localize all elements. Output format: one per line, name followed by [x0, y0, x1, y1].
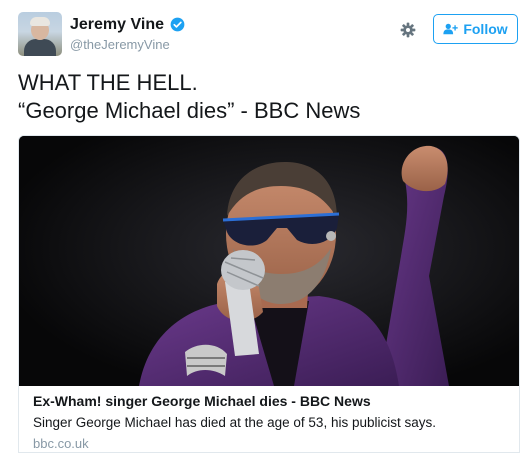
gear-icon[interactable]: [400, 22, 416, 38]
tweet-text-line: WHAT THE HELL.: [18, 70, 198, 95]
follow-label: Follow: [463, 21, 508, 37]
card-photo: [19, 136, 519, 386]
card-domain[interactable]: bbc.co.uk: [33, 436, 89, 451]
tweet-text: WHAT THE HELL. “George Michael dies” - B…: [18, 69, 518, 125]
link-card[interactable]: Ex-Wham! singer George Michael dies - BB…: [18, 135, 520, 453]
tweet-header: Jeremy Vine @theJeremyVine Follow: [18, 12, 518, 62]
add-user-icon: [443, 23, 459, 35]
author-handle[interactable]: @theJeremyVine: [70, 37, 170, 52]
avatar-hair: [30, 17, 50, 26]
card-description: Singer George Michael has died at the ag…: [33, 415, 436, 430]
avatar-torso: [24, 39, 56, 56]
verified-badge-icon: [170, 17, 185, 32]
tweet-text-line: “George Michael dies” - BBC News: [18, 98, 361, 123]
avatar[interactable]: [18, 12, 62, 56]
card-title[interactable]: Ex-Wham! singer George Michael dies - BB…: [33, 393, 371, 409]
author-name[interactable]: Jeremy Vine: [70, 16, 164, 34]
follow-button[interactable]: Follow: [433, 14, 518, 44]
card-image[interactable]: [19, 136, 519, 386]
